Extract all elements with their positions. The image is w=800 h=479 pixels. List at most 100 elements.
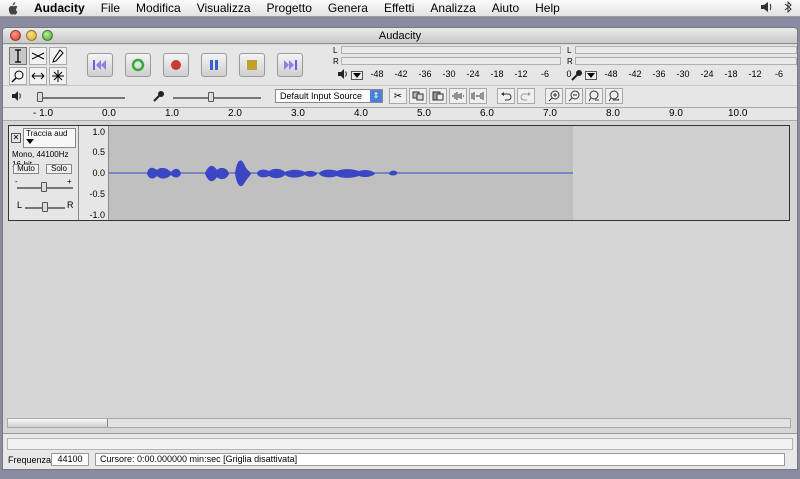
menu-app[interactable]: Audacity (24, 1, 93, 15)
trim-icon[interactable] (449, 88, 467, 104)
apple-icon[interactable] (6, 1, 18, 15)
menu-analizza[interactable]: Analizza (422, 1, 483, 15)
project-rate-field[interactable]: 44100 (51, 453, 89, 466)
playback-meter-right (341, 57, 561, 65)
meter-tick: -36 (652, 69, 666, 79)
cursor-position: Cursore: 0:00.000000 min:sec [Griglia di… (95, 453, 785, 466)
menu-progetto[interactable]: Progetto (259, 1, 320, 15)
undo-icon[interactable] (497, 88, 515, 104)
input-volume-slider-track[interactable] (173, 97, 261, 99)
playback-meter-scale: -48 -42 -36 -30 -24 -18 -12 -6 0 (365, 69, 581, 79)
minimize-window-button[interactable] (26, 30, 37, 41)
amplitude-label: -0.5 (89, 189, 105, 199)
meter-tick: -42 (628, 69, 642, 79)
menu-modifica[interactable]: Modifica (128, 1, 189, 15)
skip-to-start-button[interactable] (87, 53, 113, 77)
timeshift-tool-icon[interactable] (29, 67, 47, 85)
transport-toolbar (87, 53, 303, 77)
draw-tool-icon[interactable] (49, 47, 67, 65)
mute-button[interactable]: Muto (13, 164, 39, 174)
gain-slider-thumb[interactable] (41, 182, 47, 192)
input-source-value: Default Input Source (280, 91, 363, 101)
waveform (109, 160, 573, 187)
meter-tick: -18 (490, 69, 504, 79)
paste-icon[interactable] (429, 88, 447, 104)
status-bar: Frequenza: 44100 Cursore: 0:00.000000 mi… (3, 433, 797, 469)
amplitude-label: 0.5 (92, 147, 105, 157)
playback-meter-right-label: R (333, 57, 339, 66)
playback-meter-menu-button[interactable] (351, 71, 363, 80)
silence-icon[interactable] (469, 88, 487, 104)
amplitude-label: 1.0 (92, 127, 105, 137)
loop-play-button[interactable] (125, 53, 151, 77)
chevron-down-icon (26, 139, 34, 144)
input-volume-slider-thumb[interactable] (208, 92, 214, 102)
record-meter-menu-button[interactable] (585, 71, 597, 80)
track-close-icon[interactable]: ✕ (11, 133, 21, 143)
meter-toolbar: L R L R -48 -42 -36 -30 -24 -18 -12 -6 0… (329, 45, 797, 82)
meter-tick: -12 (514, 69, 528, 79)
solo-button[interactable]: Solo (46, 164, 72, 174)
menu-effetti[interactable]: Effetti (376, 1, 422, 15)
gain-plus-label: + (67, 177, 72, 186)
record-meter-right (575, 57, 797, 65)
copy-icon[interactable] (409, 88, 427, 104)
output-volume-slider-thumb[interactable] (37, 92, 43, 102)
audio-track: ✕ Traccia aud Mono, 44100Hz 16-bit Muto … (8, 125, 790, 221)
envelope-tool-icon[interactable] (29, 47, 47, 65)
zoom-window-button[interactable] (42, 30, 53, 41)
fit-project-icon[interactable] (605, 88, 623, 104)
volume-icon[interactable] (760, 1, 774, 16)
zoom-out-icon[interactable] (565, 88, 583, 104)
selection-tool-icon[interactable] (9, 47, 27, 65)
speaker-icon (337, 69, 349, 82)
close-window-button[interactable] (10, 30, 21, 41)
zoom-tool-icon[interactable] (9, 67, 27, 85)
pan-slider-thumb[interactable] (42, 202, 48, 212)
pause-button[interactable] (201, 53, 227, 77)
audacity-window: Audacity L R L R -48 -42 -36 -30 -24 -18… (2, 27, 798, 470)
waveform-area[interactable] (109, 126, 789, 220)
track-header: ✕ Traccia aud (11, 128, 76, 148)
menu-help[interactable]: Help (527, 1, 568, 15)
meter-tick: -30 (442, 69, 456, 79)
ruler-label: 10.0 (728, 108, 748, 119)
redo-icon[interactable] (517, 88, 535, 104)
gain-minus-label: - (15, 177, 18, 186)
menu-file[interactable]: File (93, 1, 128, 15)
fit-selection-icon[interactable] (585, 88, 603, 104)
stop-button[interactable] (239, 53, 265, 77)
ruler-label: 9.0 (669, 108, 683, 119)
horizontal-scrollbar[interactable] (7, 418, 791, 428)
meter-tick: -24 (466, 69, 480, 79)
scrollbar-thumb[interactable] (8, 419, 108, 427)
menu-aiuto[interactable]: Aiuto (484, 1, 527, 15)
input-source-select[interactable]: Default Input Source ⇕ (275, 89, 383, 103)
amplitude-label: -1.0 (89, 210, 105, 220)
menu-genera[interactable]: Genera (320, 1, 376, 15)
output-volume-slider-track[interactable] (37, 97, 125, 99)
track-name-menu[interactable]: Traccia aud (23, 128, 76, 148)
track-control-panel: ✕ Traccia aud Mono, 44100Hz 16-bit Muto … (9, 126, 79, 220)
edit-separator (489, 88, 495, 104)
timeline-ruler[interactable]: - 1.0 0.0 1.0 2.0 3.0 4.0 5.0 6.0 7.0 8.… (3, 107, 797, 121)
amplitude-label: 0.0 (92, 168, 105, 178)
record-meter-left (575, 46, 797, 54)
select-arrows-icon: ⇕ (370, 90, 382, 102)
meter-tick: -6 (774, 69, 783, 79)
menu-visualizza[interactable]: Visualizza (189, 1, 259, 15)
multi-tool-icon[interactable] (49, 67, 67, 85)
cut-icon[interactable]: ✂ (389, 88, 407, 104)
skip-to-end-button[interactable] (277, 53, 303, 77)
zoom-in-icon[interactable] (545, 88, 563, 104)
meter-tick: -42 (394, 69, 408, 79)
tools-toolbar (9, 47, 73, 85)
window-titlebar: Audacity (3, 28, 797, 44)
record-button[interactable] (163, 53, 189, 77)
bluetooth-icon[interactable] (784, 0, 792, 16)
meter-tick: -24 (700, 69, 714, 79)
menubar-tray (760, 0, 792, 16)
ruler-label: 4.0 (354, 108, 368, 119)
project-rate-label: Frequenza: (8, 455, 54, 465)
status-message-area (7, 438, 793, 450)
